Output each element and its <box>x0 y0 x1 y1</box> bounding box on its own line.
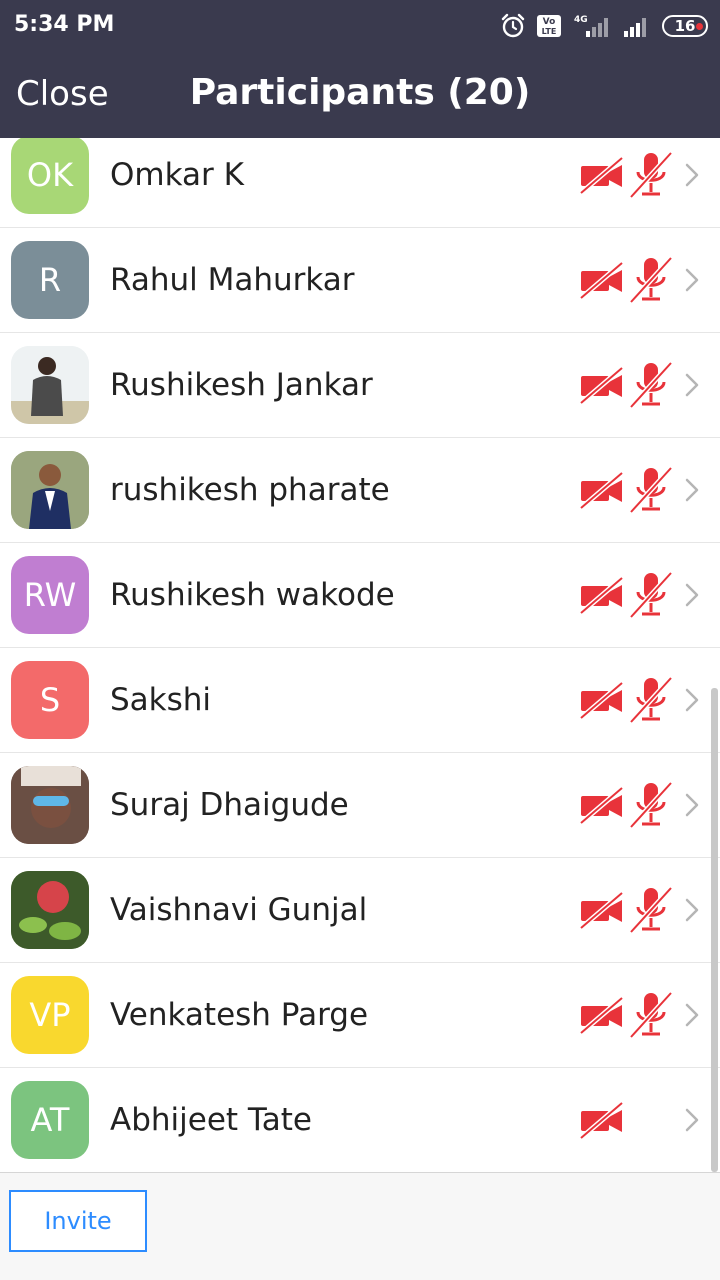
page-title: Participants (20) <box>189 72 531 113</box>
mic-muted-icon <box>628 360 674 414</box>
mic-muted-icon <box>628 780 674 834</box>
volte-icon: Vo LTE <box>537 15 561 37</box>
chevron-right-icon[interactable] <box>682 791 702 823</box>
video-off-icon <box>578 155 626 199</box>
mic-muted-icon <box>628 990 674 1044</box>
avatar-initials: VP <box>11 976 89 1054</box>
participant-row[interactable]: OK Omkar K <box>0 138 720 228</box>
participant-row[interactable]: Rushikesh Jankar <box>0 333 720 438</box>
battery-level: 16 <box>674 17 696 35</box>
app-header: Close Participants (20) <box>0 52 720 138</box>
chevron-right-icon[interactable] <box>682 581 702 613</box>
mic-muted-icon <box>628 570 674 624</box>
chevron-right-icon[interactable] <box>682 476 702 508</box>
svg-text:LTE: LTE <box>542 27 557 36</box>
participant-name: Venkatesh Parge <box>110 997 369 1033</box>
chevron-right-icon[interactable] <box>682 1106 702 1138</box>
chevron-right-icon[interactable] <box>682 266 702 298</box>
participant-row[interactable]: VP Venkatesh Parge <box>0 963 720 1068</box>
participant-row[interactable]: Vaishnavi Gunjal <box>0 858 720 963</box>
participant-name: rushikesh pharate <box>110 472 390 508</box>
chevron-right-icon[interactable] <box>682 161 702 193</box>
participant-row[interactable]: R Rahul Mahurkar <box>0 228 720 333</box>
participant-name: Rahul Mahurkar <box>110 262 355 298</box>
mic-muted-icon <box>628 465 674 519</box>
participant-name: Vaishnavi Gunjal <box>110 892 368 928</box>
avatar-photo <box>11 766 89 844</box>
mic-muted-icon <box>628 150 674 204</box>
video-off-icon <box>578 260 626 304</box>
participant-name: Omkar K <box>110 157 244 193</box>
video-off-icon <box>578 890 626 934</box>
status-time: 5:34 PM <box>14 12 115 37</box>
video-off-icon <box>578 1100 626 1144</box>
participant-name: Rushikesh Jankar <box>110 367 373 403</box>
avatar-initials: S <box>11 661 89 739</box>
participant-name: Sakshi <box>110 682 212 718</box>
avatar-initials: OK <box>11 138 89 214</box>
participant-list[interactable]: OK Omkar K R Rahul Mahurkar Rushikesh Ja… <box>0 138 720 1172</box>
signal-4g-icon: 4G <box>574 15 608 37</box>
mic-muted-icon <box>628 885 674 939</box>
participant-row[interactable]: AT Abhijeet Tate <box>0 1068 720 1172</box>
participant-row[interactable]: S Sakshi <box>0 648 720 753</box>
status-icons: Vo LTE 4G 16 <box>500 10 708 42</box>
mic-muted-icon <box>628 255 674 309</box>
avatar-initials: RW <box>11 556 89 634</box>
signal-icon <box>624 18 646 37</box>
video-off-icon <box>578 680 626 724</box>
video-off-icon <box>578 365 626 409</box>
battery-low-indicator <box>696 23 703 30</box>
chevron-right-icon[interactable] <box>682 686 702 718</box>
status-bar: 5:34 PM Vo LTE 4G 16 <box>0 0 720 52</box>
chevron-right-icon[interactable] <box>682 1001 702 1033</box>
invite-button[interactable]: Invite <box>9 1190 147 1252</box>
avatar-photo <box>11 451 89 529</box>
footer-bar: Invite <box>0 1172 720 1280</box>
participant-row[interactable]: Suraj Dhaigude <box>0 753 720 858</box>
video-off-icon <box>578 470 626 514</box>
battery-icon: 16 <box>662 15 708 37</box>
participant-name: Rushikesh wakode <box>110 577 395 613</box>
video-off-icon <box>578 575 626 619</box>
mic-muted-icon <box>628 675 674 729</box>
video-off-icon <box>578 785 626 829</box>
network-label: 4G <box>574 15 588 25</box>
avatar-initials: R <box>11 241 89 319</box>
avatar-photo <box>11 346 89 424</box>
avatar-photo <box>11 871 89 949</box>
scrollbar[interactable] <box>711 688 718 1172</box>
avatar-initials: AT <box>11 1081 89 1159</box>
chevron-right-icon[interactable] <box>682 896 702 928</box>
svg-text:Vo: Vo <box>543 17 556 27</box>
participant-name: Suraj Dhaigude <box>110 787 349 823</box>
alarm-icon <box>501 13 525 38</box>
participant-row[interactable]: rushikesh pharate <box>0 438 720 543</box>
video-off-icon <box>578 995 626 1039</box>
participant-name: Abhijeet Tate <box>110 1102 312 1138</box>
chevron-right-icon[interactable] <box>682 371 702 403</box>
participant-row[interactable]: RW Rushikesh wakode <box>0 543 720 648</box>
